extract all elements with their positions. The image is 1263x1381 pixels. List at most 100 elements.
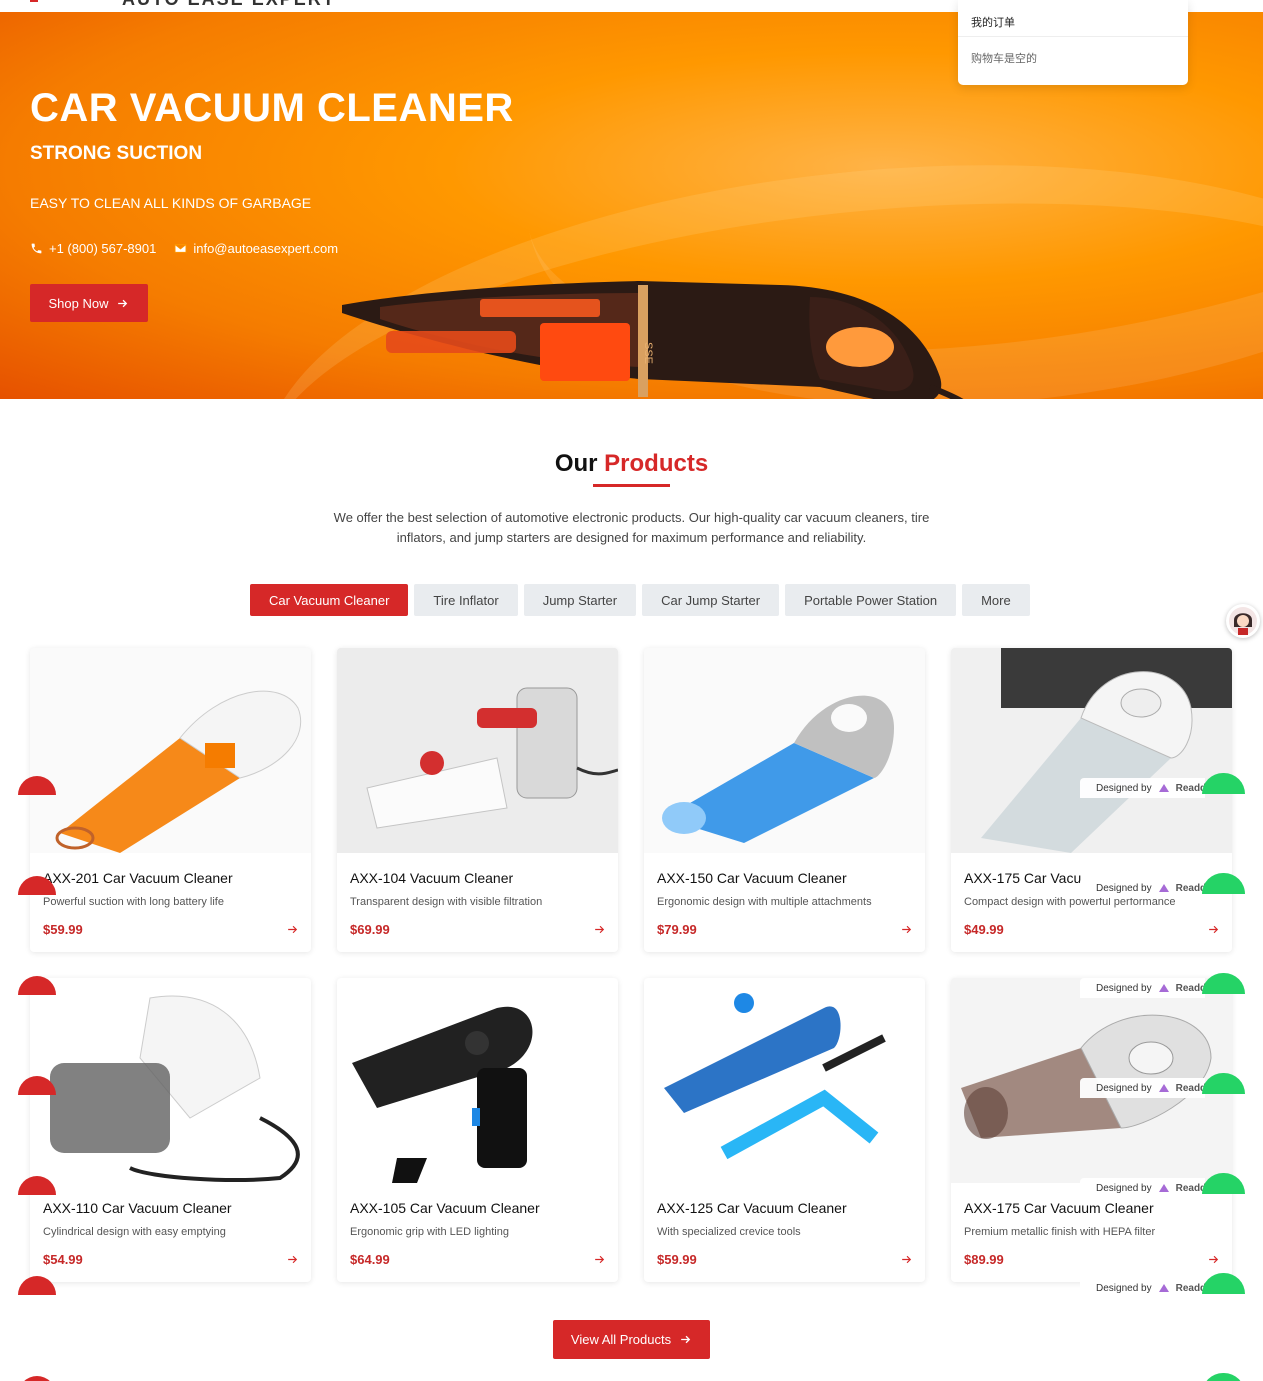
product-image-wrap[interactable] [337,648,618,853]
shop-now-label: Shop Now [48,295,109,311]
products-title-part2: Products [604,450,709,477]
product-name[interactable]: AXX-175 Car Vacuum Cleaner [964,1200,1154,1216]
tab-tire-inflator[interactable]: Tire Inflator [414,584,518,616]
product-name[interactable]: AXX-201 Car Vacuum Cleaner [43,870,233,886]
brand-logo-icon [1158,884,1169,892]
product-card[interactable]: AXX-125 Car Vacuum Cleaner With speciali… [644,978,925,1282]
product-card[interactable]: AXX-150 Car Vacuum Cleaner Ergonomic des… [644,648,925,952]
designed-by-badge[interactable]: Designed by Readd [1080,1078,1205,1098]
chat-avatar-button[interactable] [1226,604,1260,638]
cart-empty-text: 购物车是空的 [971,53,1037,65]
category-tabs: Car Vacuum Cleaner Tire Inflator Jump St… [250,584,1030,616]
product-card[interactable]: AXX-105 Car Vacuum Cleaner Ergonomic gri… [337,978,618,1282]
product-image-wrap[interactable] [337,978,618,1183]
arrow-right-icon [681,1335,691,1344]
product-image-wrap[interactable] [644,978,925,1183]
logo-mark[interactable] [30,0,38,2]
tab-portable-power-station[interactable]: Portable Power Station [785,584,957,616]
products-section-title: Our Products [0,450,1263,478]
title-underline [593,484,670,487]
product-card[interactable]: AXX-175 Car Vacu Compact design with pow… [951,648,1232,952]
product-image [951,648,1232,853]
arrow-right-icon[interactable] [286,923,299,936]
arrow-right-icon[interactable] [900,1253,913,1266]
product-image-wrap[interactable] [30,648,311,853]
designed-by-text: Designed by [1096,1182,1152,1194]
product-image-wrap[interactable] [30,978,311,1183]
product-description: Ergonomic design with multiple attachmen… [657,896,872,908]
product-card[interactable]: AXX-104 Vacuum Cleaner Transparent desig… [337,648,618,952]
arrow-right-icon[interactable] [286,1253,299,1266]
designed-by-text: Designed by [1096,1082,1152,1094]
hero-contact: +1 (800) 567-8901 info@autoeasexpert.com [30,241,338,256]
brand-logo-icon [1158,1084,1169,1092]
product-description: Transparent design with visible filtrati… [350,896,543,908]
tab-car-vacuum-cleaner[interactable]: Car Vacuum Cleaner [250,584,409,616]
designed-by-text: Designed by [1096,1282,1152,1294]
designed-by-badge[interactable]: Designed by Readd [1080,878,1205,898]
designed-by-brand: Readd [1175,982,1205,994]
cart-title[interactable]: 我的订单 [971,14,1015,30]
brand-logo-icon [1158,984,1169,992]
logo-text[interactable]: AUTO EASE EXPERT [122,0,336,10]
product-price: $59.99 [657,1252,697,1267]
designed-by-brand: Readd [1175,1082,1205,1094]
product-image [337,978,618,1183]
product-name[interactable]: AXX-110 Car Vacuum Cleaner [43,1200,232,1216]
floating-red-button[interactable] [18,1376,56,1381]
phone-icon [31,243,42,254]
hero-email-text: info@autoeasexpert.com [193,241,339,256]
envelope-icon [175,244,187,253]
product-image [644,978,925,1183]
designed-by-brand: Readd [1175,782,1205,794]
product-description: With specialized crevice tools [657,1226,801,1238]
designed-by-badge[interactable]: Designed by Readd [1080,778,1205,798]
whatsapp-icon[interactable] [1202,1373,1245,1381]
arrow-right-icon[interactable] [593,923,606,936]
product-image-wrap[interactable] [951,648,1232,853]
designed-by-brand: Readd [1175,1282,1205,1294]
product-card[interactable]: AXX-201 Car Vacuum Cleaner Powerful suct… [30,648,311,952]
product-description: Premium metallic finish with HEPA filter [964,1226,1156,1238]
shop-now-button[interactable]: Shop Now [30,284,148,322]
product-card[interactable]: AXX-175 Car Vacuum Cleaner Premium metal… [951,978,1232,1282]
product-price: $69.99 [350,922,390,937]
product-name[interactable]: AXX-125 Car Vacuum Cleaner [657,1200,847,1216]
view-all-products-button[interactable]: View All Products [553,1320,710,1359]
arrow-right-icon[interactable] [1207,1253,1220,1266]
product-name[interactable]: AXX-175 Car Vacu [964,870,1081,886]
whatsapp-icon[interactable] [1202,973,1245,994]
product-name[interactable]: AXX-104 Vacuum Cleaner [350,870,513,886]
tab-car-jump-starter[interactable]: Car Jump Starter [642,584,780,616]
product-price: $89.99 [964,1252,1004,1267]
designed-by-badge[interactable]: Designed by Readd [1080,1178,1205,1198]
arrow-right-icon[interactable] [593,1253,606,1266]
products-section-description: We offer the best selection of automotiv… [333,510,930,545]
designed-by-text: Designed by [1096,982,1152,994]
tab-jump-starter[interactable]: Jump Starter [523,584,637,616]
product-image [644,648,925,853]
product-price: $54.99 [43,1252,83,1267]
cart-divider [958,36,1188,37]
designed-by-brand: Readd [1175,882,1205,894]
arrow-right-icon[interactable] [1207,923,1220,936]
product-price: $64.99 [350,1252,390,1267]
hero-product-label: SSE [642,342,654,364]
hero-phone[interactable]: +1 (800) 567-8901 [30,241,156,256]
products-title-part1: Our [554,450,598,477]
cart-dropdown: 我的订单 购物车是空的 [958,0,1188,85]
product-image [30,648,311,853]
product-name[interactable]: AXX-150 Car Vacuum Cleaner [657,870,847,886]
tab-more[interactable]: More [962,584,1030,616]
designed-by-brand: Readd [1175,1182,1205,1194]
product-image-wrap[interactable] [644,648,925,853]
product-name[interactable]: AXX-105 Car Vacuum Cleaner [350,1200,540,1216]
hero-email[interactable]: info@autoeasexpert.com [174,241,338,256]
hero-description: EASY TO CLEAN ALL KINDS OF GARBAGE [30,195,312,211]
designed-by-badge[interactable]: Designed by Readd [1080,978,1205,998]
product-card[interactable]: AXX-110 Car Vacuum Cleaner Cylindrical d… [30,978,311,1282]
designed-by-badge[interactable]: Designed by Readd [1080,1278,1205,1298]
product-image [30,978,311,1183]
designed-by-text: Designed by [1096,882,1152,894]
arrow-right-icon[interactable] [900,923,913,936]
